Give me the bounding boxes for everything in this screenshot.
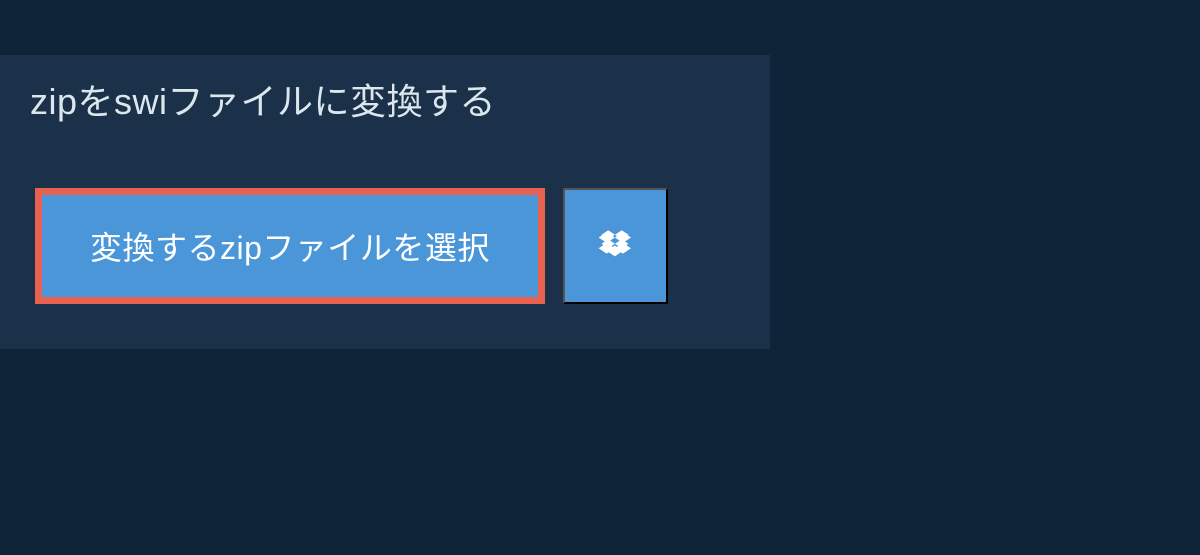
dropbox-button[interactable] [563, 188, 668, 304]
button-row: 変換するzipファイルを選択 [0, 143, 770, 304]
select-file-button-label: 変換するzipファイルを選択 [90, 223, 490, 269]
select-file-button[interactable]: 変換するzipファイルを選択 [35, 188, 545, 304]
main-container: zipをswiファイルに変換する 変換するzipファイルを選択 [0, 55, 1200, 349]
conversion-panel: zipをswiファイルに変換する 変換するzipファイルを選択 [0, 55, 770, 349]
dropbox-icon [597, 228, 633, 264]
page-title: zipをswiファイルに変換する [30, 73, 496, 125]
heading-wrapper: zipをswiファイルに変換する [0, 55, 526, 143]
